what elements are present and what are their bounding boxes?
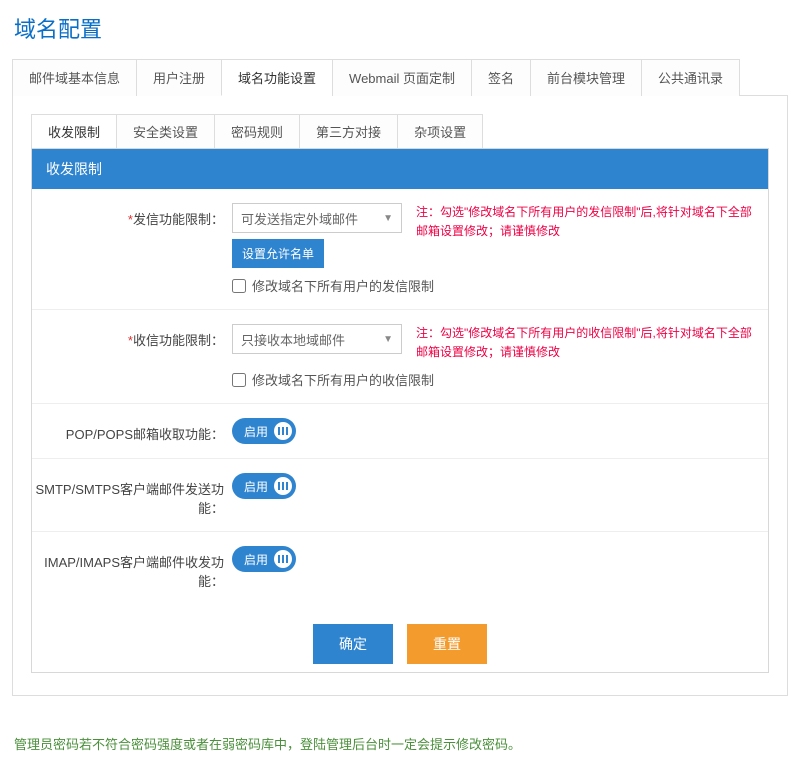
toggle-pop[interactable]: 启用 <box>232 418 296 444</box>
confirm-button[interactable]: 确定 <box>313 624 393 664</box>
label-recv-limit: *收信功能限制： <box>32 324 232 389</box>
row-send-limit: *发信功能限制： 可发送指定外域邮件 ▼ 设置允许名单 注：勾选"修 <box>32 189 768 309</box>
checkbox-send-apply-all-input[interactable] <box>232 279 246 293</box>
row-recv-limit: *收信功能限制： 只接收本地域邮件 ▼ 注：勾选"修改域名下所有用户的收信限制"… <box>32 309 768 403</box>
sub-tabs: 收发限制 安全类设置 密码规则 第三方对接 杂项设置 <box>31 114 769 148</box>
panel-header: 收发限制 <box>32 149 768 189</box>
label-pop: POP/POPS邮箱收取功能： <box>32 418 232 444</box>
checkbox-recv-label: 修改域名下所有用户的收信限制 <box>252 370 434 389</box>
chevron-down-icon: ▼ <box>383 334 393 345</box>
panel: 收发限制 *发信功能限制： 可发送指定外域邮件 ▼ 设置允许名单 <box>31 148 769 673</box>
checkbox-send-apply-all[interactable]: 修改域名下所有用户的发信限制 <box>232 276 758 295</box>
tab-user-register[interactable]: 用户注册 <box>136 59 222 96</box>
tab-webmail-custom[interactable]: Webmail 页面定制 <box>332 59 472 96</box>
note-send-limit: 注：勾选"修改域名下所有用户的发信限制"后,将针对域名下全部邮箱设置修改；请谨慎… <box>416 203 756 241</box>
subtab-third-party[interactable]: 第三方对接 <box>299 114 398 148</box>
toggle-knob-icon <box>274 422 292 440</box>
row-pop: POP/POPS邮箱收取功能： 启用 <box>32 403 768 458</box>
toggle-knob-icon <box>274 550 292 568</box>
select-send-limit[interactable]: 可发送指定外域邮件 ▼ <box>232 203 402 233</box>
subtab-security[interactable]: 安全类设置 <box>116 114 215 148</box>
toggle-imap-text: 启用 <box>244 551 268 568</box>
button-row: 确定 重置 <box>32 604 768 672</box>
checkbox-recv-apply-all-input[interactable] <box>232 373 246 387</box>
tab-body: 收发限制 安全类设置 密码规则 第三方对接 杂项设置 收发限制 *发信功能限制：… <box>12 96 788 696</box>
row-imap: IMAP/IMAPS客户端邮件收发功能： 启用 <box>32 531 768 604</box>
page-title: 域名配置 <box>12 8 788 48</box>
footer-note: 管理员密码若不符合密码强度或者在弱密码库中，登陆管理后台时一定会提示修改密码。 <box>12 732 788 755</box>
select-recv-value: 只接收本地域邮件 <box>241 330 345 349</box>
toggle-smtp[interactable]: 启用 <box>232 473 296 499</box>
subtab-send-recv-limit[interactable]: 收发限制 <box>31 114 117 148</box>
label-send-limit: *发信功能限制： <box>32 203 232 295</box>
main-tabs: 邮件域基本信息 用户注册 域名功能设置 Webmail 页面定制 签名 前台模块… <box>12 58 788 96</box>
tab-basic-info[interactable]: 邮件域基本信息 <box>12 59 137 96</box>
checkbox-recv-apply-all[interactable]: 修改域名下所有用户的收信限制 <box>232 370 758 389</box>
toggle-knob-icon <box>274 477 292 495</box>
tab-front-module[interactable]: 前台模块管理 <box>530 59 642 96</box>
config-allowlist-button[interactable]: 设置允许名单 <box>232 239 324 268</box>
subtab-misc[interactable]: 杂项设置 <box>397 114 483 148</box>
select-send-value: 可发送指定外域邮件 <box>241 209 358 228</box>
note-recv-limit: 注：勾选"修改域名下所有用户的收信限制"后,将针对域名下全部邮箱设置修改；请谨慎… <box>416 324 756 362</box>
label-imap: IMAP/IMAPS客户端邮件收发功能： <box>32 546 232 590</box>
label-smtp: SMTP/SMTPS客户端邮件发送功能： <box>32 473 232 517</box>
chevron-down-icon: ▼ <box>383 213 393 224</box>
checkbox-send-label: 修改域名下所有用户的发信限制 <box>252 276 434 295</box>
tab-public-contacts[interactable]: 公共通讯录 <box>641 59 740 96</box>
row-smtp: SMTP/SMTPS客户端邮件发送功能： 启用 <box>32 458 768 531</box>
reset-button[interactable]: 重置 <box>407 624 487 664</box>
toggle-imap[interactable]: 启用 <box>232 546 296 572</box>
panel-body: *发信功能限制： 可发送指定外域邮件 ▼ 设置允许名单 注：勾选"修 <box>32 189 768 672</box>
tab-signature[interactable]: 签名 <box>471 59 531 96</box>
tab-domain-function[interactable]: 域名功能设置 <box>221 59 333 96</box>
toggle-smtp-text: 启用 <box>244 478 268 495</box>
subtab-password-rule[interactable]: 密码规则 <box>214 114 300 148</box>
select-recv-limit[interactable]: 只接收本地域邮件 ▼ <box>232 324 402 354</box>
toggle-pop-text: 启用 <box>244 423 268 440</box>
